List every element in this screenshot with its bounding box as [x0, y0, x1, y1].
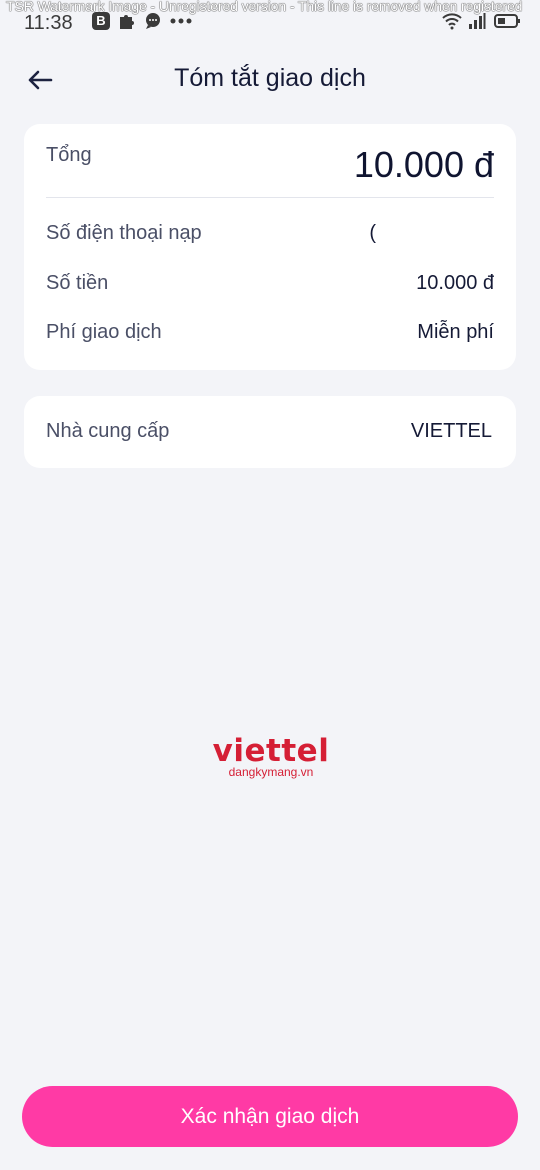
screen: TSR Watermark Image - Unregistered versi… [0, 0, 540, 1170]
logo-main-text: viettel [212, 733, 330, 769]
provider-card: Nhà cung cấp VIETTEL [24, 396, 516, 468]
phone-row: Số điện thoại nạp ( [46, 222, 494, 252]
status-time: 11:38 [24, 12, 73, 34]
phone-value: ( [369, 222, 376, 244]
page-title: Tóm tắt giao dịch [174, 64, 366, 92]
provider-label: Nhà cung cấp [46, 420, 170, 442]
status-icons-right [442, 12, 522, 30]
fee-row: Phí giao dịch Miễn phí [46, 321, 494, 351]
watermark-text: TSR Watermark Image - Unregistered versi… [6, 0, 523, 14]
total-label: Tổng [46, 144, 92, 166]
b-app-icon: B [92, 12, 110, 30]
provider-value: VIETTEL [410, 420, 492, 442]
summary-card: Tổng 10.000 đ Số điện thoại nạp ( Số tiề… [24, 124, 516, 370]
fee-value: Miễn phí [417, 321, 494, 343]
more-dots-icon [170, 12, 192, 30]
total-row: Tổng 10.000 đ [46, 124, 494, 198]
battery-icon [494, 12, 522, 30]
total-value: 10.000 đ [353, 144, 494, 185]
wifi-icon [442, 12, 462, 30]
chat-bubble-icon [144, 12, 162, 30]
signal-icon [468, 12, 486, 30]
amount-row: Số tiền 10.000 đ [46, 272, 494, 302]
amount-label: Số tiền [46, 272, 109, 294]
puzzle-icon [118, 12, 136, 30]
confirm-transaction-button[interactable]: Xác nhận giao dịch [22, 1086, 518, 1147]
amount-value: 10.000 đ [416, 272, 494, 294]
viettel-logo: viettel dangkymang.vn [196, 734, 346, 784]
status-icons-left: B [92, 12, 192, 30]
header: Tóm tắt giao dịch [0, 50, 540, 110]
phone-label: Số điện thoại nạp [46, 222, 202, 244]
fee-label: Phí giao dịch [46, 321, 162, 343]
